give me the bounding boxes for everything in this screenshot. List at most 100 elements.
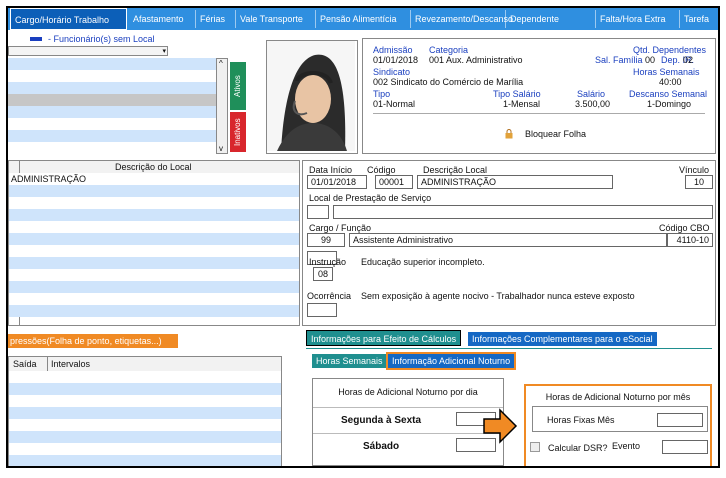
segunda-sexta-label: Segunda à Sexta (341, 415, 422, 426)
tipo-salario-label: Tipo Salário (493, 89, 541, 99)
vinculo-label: Vínculo (679, 165, 710, 175)
horarios-table-header: Saída Intervalos (9, 357, 281, 372)
sindicato-value: 002 Sindicato do Comércio de Marília (373, 77, 524, 87)
salario-value: 3.500,00 (575, 99, 611, 109)
sal-familia-value: 00 (645, 55, 656, 65)
local-name-cell: ADMINISTRAÇÃO (11, 174, 87, 184)
admissao-value: 01/01/2018 (373, 55, 419, 65)
instrucao-descricao: Educação superior incompleto. (361, 257, 485, 267)
qtd-dependentes-label: Qtd. Dependentes (633, 45, 707, 55)
descricao-local-input[interactable]: ADMINISTRAÇÃO (417, 175, 613, 189)
local-list-header-label: Descrição do Local (115, 162, 192, 172)
legend-text: - Funcionário(s) sem Local (48, 34, 155, 44)
adicional-mes-title: Horas de Adicional Noturno por mês (545, 392, 691, 402)
tab-ferias[interactable]: Férias (196, 10, 236, 28)
employee-rows[interactable] (8, 58, 224, 154)
cargo-descricao-input[interactable]: Assistente Administrativo (349, 233, 667, 247)
employee-info-panel: Admissão Categoria Qtd. Dependentes 01/0… (362, 38, 716, 154)
divider (306, 348, 712, 349)
evento-label: Evento (612, 441, 641, 451)
col-saida: Saída (13, 359, 37, 369)
ocorrencia-label: Ocorrência (307, 291, 352, 301)
tab-bar: Cargo/Horário Trabalho Afastamento Féria… (8, 8, 718, 30)
col-intervalos: Intervalos (51, 359, 91, 369)
sabado-label: Sábado (363, 441, 400, 452)
calcular-dsr-label: Calcular DSR? (548, 443, 608, 453)
descricao-local-label: Descrição Local (423, 165, 488, 175)
legend-swatch (30, 37, 42, 41)
calculos-panel: Informações para Efeito de Cálculos Info… (302, 330, 716, 466)
arrow-right-icon (482, 408, 518, 444)
admissao-label: Admissão (373, 45, 413, 55)
local-list-panel: Descrição do Local ADMINISTRAÇÃO (8, 160, 300, 326)
tab-tarefa[interactable]: Tarefa (680, 10, 718, 28)
tipo-salario-value: 1-Mensal (503, 99, 541, 109)
codigo-label: Código (367, 165, 396, 175)
descanso-semanal-value: 1-Domingo (647, 99, 692, 109)
evento-input[interactable] (662, 440, 708, 454)
inativos-button[interactable]: Inativos (230, 112, 246, 152)
divider (373, 113, 705, 114)
instrucao-input[interactable]: 08 (313, 267, 333, 281)
avatar (267, 41, 355, 151)
ocorrencia-input[interactable] (307, 303, 337, 317)
local-prestacao-code-input[interactable] (307, 205, 329, 219)
app-window: Cargo/Horário Trabalho Afastamento Féria… (6, 6, 720, 468)
vinculo-input[interactable]: 10 (685, 175, 713, 189)
cargo-codigo-input[interactable]: 99 (307, 233, 345, 247)
adicional-mes-box: Horas de Adicional Noturno por mês Horas… (524, 384, 712, 466)
scrollbar[interactable]: ^ v (216, 58, 228, 154)
local-prestacao-input[interactable] (333, 205, 713, 219)
tab-afastamento[interactable]: Afastamento (129, 10, 196, 28)
local-rows[interactable]: ADMINISTRAÇÃO (9, 173, 299, 317)
tab-pensao[interactable]: Pensão Alimentícia (316, 10, 411, 28)
horarios-rows[interactable] (9, 371, 281, 466)
tab-falta-hora-extra[interactable]: Falta/Hora Extra (596, 10, 680, 28)
employee-photo (266, 40, 358, 154)
horas-semanais-value: 40:00 (659, 77, 682, 87)
categoria-value: 001 Aux. Administrativo (429, 55, 523, 65)
tab-horas-semanais[interactable]: Horas Semanais (312, 354, 387, 368)
codigo-cbo-input[interactable]: 4110-10 (667, 233, 713, 247)
scroll-down-icon: v (219, 144, 223, 153)
horas-semanais-label: Horas Semanais (633, 67, 700, 77)
tipo-value: 01-Normal (373, 99, 416, 109)
tipo-label: Tipo (373, 89, 391, 99)
tab-efeito-calculos[interactable]: Informações para Efeito de Cálculos (306, 330, 462, 346)
horas-fixas-group: Horas Fixas Mês (532, 406, 708, 432)
impressoes-button[interactable]: pressões(Folha de ponto, etiquetas...) (8, 334, 178, 348)
filter-dropdown[interactable]: ▾ (8, 46, 168, 56)
ativos-button[interactable]: Ativos (230, 62, 246, 110)
bloquear-folha-label[interactable]: Bloquear Folha (525, 129, 586, 139)
categoria-label: Categoria (429, 45, 469, 55)
codigo-cbo-label: Código CBO (659, 223, 710, 233)
tab-cargo-horario[interactable]: Cargo/Horário Trabalho (10, 8, 127, 30)
horas-fixas-input[interactable] (657, 413, 703, 427)
local-prestacao-label: Local de Prestação de Serviço (309, 193, 432, 203)
salario-label: Salário (577, 89, 606, 99)
horarios-table: Saída Intervalos (8, 356, 282, 466)
local-form: Data Início Código Descrição Local Víncu… (302, 160, 716, 326)
sindicato-label: Sindicato (373, 67, 411, 77)
dep-ir-value: 02 (683, 55, 694, 65)
tab-esocial[interactable]: Informações Complementares para o eSocia… (468, 332, 657, 346)
instrucao-label: Instrução (309, 257, 347, 267)
tab-adicional-noturno[interactable]: Informação Adicional Noturno (386, 352, 517, 370)
data-inicio-input[interactable]: 01/01/2018 (307, 175, 367, 189)
codigo-input[interactable]: 00001 (375, 175, 413, 189)
data-inicio-label: Data Início (309, 165, 353, 175)
employee-list-panel: - Funcionário(s) sem Local ▾ ^ v Ativos … (8, 32, 254, 156)
tab-revezamento[interactable]: Revezamento/Descanso (411, 10, 513, 28)
cargo-funcao-label: Cargo / Função (309, 223, 372, 233)
tab-vale-transporte[interactable]: Vale Transporte (236, 10, 316, 28)
ocorrencia-descricao: Sem exposição à agente nocivo - Trabalha… (361, 291, 635, 301)
descanso-semanal-label: Descanso Semanal (629, 89, 708, 99)
table-row[interactable]: ADMINISTRAÇÃO (9, 173, 299, 185)
adicional-dia-title: Horas de Adicional Noturno por dia (338, 387, 478, 397)
lock-icon[interactable] (505, 129, 513, 139)
scroll-up-icon: ^ (219, 59, 223, 68)
tab-dependente[interactable]: Dependente (506, 10, 596, 28)
calcular-dsr-checkbox[interactable] (530, 442, 540, 452)
sal-familia-label: Sal. Família (595, 55, 643, 65)
horas-fixas-label: Horas Fixas Mês (547, 415, 615, 425)
